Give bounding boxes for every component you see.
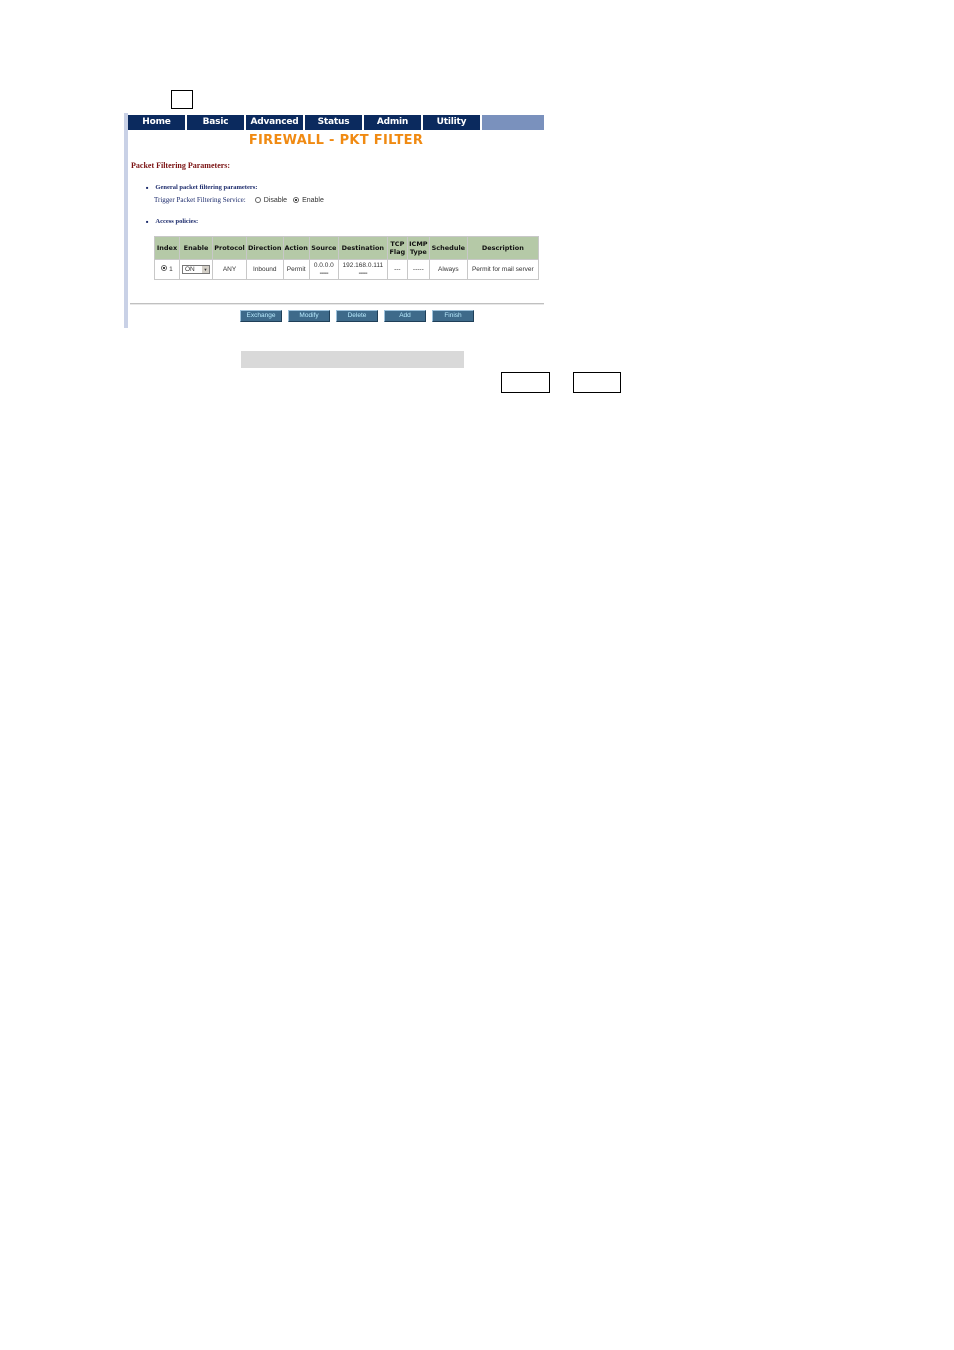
col-enable: Enable bbox=[180, 237, 212, 259]
col-destination: Destination bbox=[338, 237, 387, 259]
cell-enable: ON ▼ bbox=[180, 260, 212, 279]
destination-value: 192.168.0.111 bbox=[342, 261, 384, 269]
nav-status[interactable]: Status bbox=[305, 115, 364, 130]
section-title: Packet Filtering Parameters: bbox=[131, 161, 231, 170]
cell-source: 0.0.0.0 ----- bbox=[309, 260, 338, 279]
nav-advanced[interactable]: Advanced bbox=[246, 115, 305, 130]
enable-radio[interactable] bbox=[293, 197, 300, 203]
cell-description: Permit for mail server bbox=[467, 260, 538, 279]
chevron-down-icon[interactable]: ▼ bbox=[202, 266, 209, 273]
disable-label: Disable bbox=[263, 196, 288, 204]
empty-box bbox=[501, 372, 550, 393]
delete-button[interactable]: Delete bbox=[336, 310, 378, 322]
modify-button[interactable]: Modify bbox=[288, 310, 330, 322]
finish-button[interactable]: Finish bbox=[432, 310, 474, 322]
col-index: Index bbox=[155, 237, 179, 259]
row-select-radio[interactable] bbox=[161, 265, 168, 271]
highlight-bar bbox=[241, 351, 464, 368]
disable-radio[interactable] bbox=[254, 197, 261, 203]
divider bbox=[130, 303, 544, 305]
enable-select[interactable]: ON ▼ bbox=[182, 265, 210, 274]
cell-protocol: ANY bbox=[213, 260, 246, 279]
empty-box bbox=[573, 372, 621, 393]
cell-action: Permit bbox=[283, 260, 309, 279]
nav-basic[interactable]: Basic bbox=[187, 115, 246, 130]
cell-direction: Inbound bbox=[247, 260, 283, 279]
col-schedule: Schedule bbox=[429, 237, 467, 259]
source-sub: ----- bbox=[319, 269, 329, 277]
row-index: 1 bbox=[169, 266, 173, 273]
col-description: Description bbox=[467, 237, 538, 259]
col-icmp-type: ICMP Type bbox=[407, 237, 429, 259]
trigger-service-label: Trigger Packet Filtering Service: bbox=[154, 196, 246, 204]
empty-box bbox=[171, 90, 193, 109]
col-direction: Direction bbox=[247, 237, 283, 259]
table-row: 1 ON ▼ ANY Inbound Permit 0.0.0.0 ----- … bbox=[155, 260, 538, 279]
nav-admin[interactable]: Admin bbox=[364, 115, 423, 130]
col-protocol: Protocol bbox=[213, 237, 246, 259]
col-tcp-flag: TCP Flag bbox=[387, 237, 407, 259]
action-buttons: Exchange Modify Delete Add Finish bbox=[240, 310, 474, 322]
nav-utility[interactable]: Utility bbox=[423, 115, 482, 130]
nav-home[interactable]: Home bbox=[128, 115, 187, 130]
cell-destination: 192.168.0.111 ----- bbox=[338, 260, 387, 279]
add-button[interactable]: Add bbox=[384, 310, 426, 322]
table-header-row: Index Enable Protocol Direction Action S… bbox=[155, 237, 538, 259]
cell-tcp-flag: --- bbox=[387, 260, 407, 279]
enable-select-value: ON bbox=[185, 265, 195, 273]
trigger-service-row: Trigger Packet Filtering Service: Disabl… bbox=[154, 196, 324, 204]
cell-icmp-type: ----- bbox=[407, 260, 429, 279]
page-title: FIREWALL - PKT FILTER bbox=[248, 133, 424, 148]
policies-table: Index Enable Protocol Direction Action S… bbox=[154, 236, 539, 280]
access-policies-heading: Access policies: bbox=[146, 218, 198, 225]
nav-bar: Home Basic Advanced Status Admin Utility bbox=[128, 115, 544, 130]
enable-label: Enable bbox=[302, 196, 324, 204]
col-source: Source bbox=[309, 237, 338, 259]
cell-index: 1 bbox=[155, 260, 179, 279]
col-action: Action bbox=[283, 237, 309, 259]
source-value: 0.0.0.0 bbox=[313, 261, 334, 269]
cell-schedule: Always bbox=[429, 260, 467, 279]
destination-sub: ----- bbox=[358, 269, 368, 277]
exchange-button[interactable]: Exchange bbox=[240, 310, 282, 322]
general-params-heading: General packet filtering parameters: bbox=[146, 184, 257, 191]
